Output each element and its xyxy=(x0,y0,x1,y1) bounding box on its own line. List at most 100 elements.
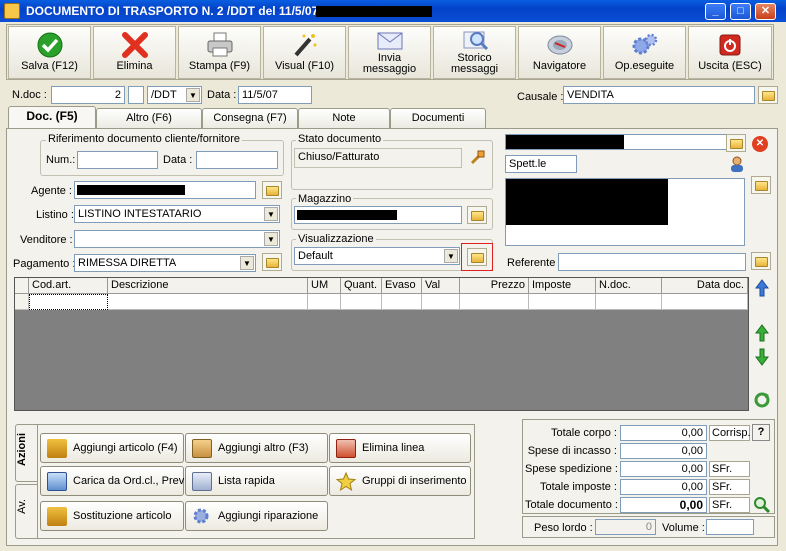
refresh-icon[interactable] xyxy=(753,390,771,410)
add-article-button[interactable]: Aggiungi articolo (F4) xyxy=(40,433,184,463)
table-cell[interactable] xyxy=(308,294,341,310)
ndoc-suffix-field[interactable] xyxy=(128,86,144,104)
series-combo[interactable]: /DDT ▼ xyxy=(147,86,202,104)
maximize-button[interactable]: □ xyxy=(730,3,751,20)
totale-documento-value: 0,00 xyxy=(620,497,707,513)
lines-grid[interactable]: Cod.art. Descrizione UM Quant. Evaso Val… xyxy=(14,277,749,411)
listino-combo[interactable]: LISTINO INTESTATARIO ▼ xyxy=(74,205,280,223)
pagamento-combo[interactable]: RIMESSA DIRETTA ▼ xyxy=(74,254,256,272)
col-quant[interactable]: Quant. xyxy=(341,278,382,294)
table-cell[interactable] xyxy=(108,294,308,310)
person-icon[interactable] xyxy=(728,155,746,173)
col-val[interactable]: Val xyxy=(422,278,460,294)
referente-field[interactable] xyxy=(558,253,746,271)
reference-group-title: Riferimento documento cliente/fornitore xyxy=(46,133,242,145)
col-um[interactable]: UM xyxy=(308,278,341,294)
ndoc-field[interactable]: 2 xyxy=(51,86,125,104)
table-cell[interactable] xyxy=(341,294,382,310)
navigator-button[interactable]: Navigatore xyxy=(518,26,601,79)
table-cell[interactable] xyxy=(422,294,460,310)
spese-incasso-value[interactable]: 0,00 xyxy=(620,443,707,459)
zoom-totals-icon[interactable] xyxy=(753,496,771,514)
save-button[interactable]: Salva (F12) xyxy=(8,26,91,79)
ref-data-label: Data : xyxy=(163,154,193,166)
customer-code-field[interactable] xyxy=(505,134,727,150)
add-article-icon xyxy=(47,439,67,458)
agente-folder-button[interactable] xyxy=(262,181,282,199)
operations-done-button[interactable]: Op.eseguite xyxy=(603,26,686,79)
tab-doc[interactable]: Doc. (F5) xyxy=(8,106,96,129)
folder-icon xyxy=(730,139,743,149)
delete-button[interactable]: Elimina xyxy=(93,26,176,79)
customer-address-field[interactable] xyxy=(505,178,745,246)
folder-icon xyxy=(471,211,484,221)
move-up-icon[interactable] xyxy=(753,323,771,343)
col-descrizione[interactable]: Descrizione xyxy=(108,278,308,294)
col-prezzo[interactable]: Prezzo xyxy=(460,278,529,294)
visual-button[interactable]: Visual (F10) xyxy=(263,26,346,79)
referente-folder-button[interactable] xyxy=(751,252,771,270)
ndoc-label: N.doc : xyxy=(12,89,47,101)
table-cell[interactable] xyxy=(596,294,662,310)
chevron-down-icon: ▼ xyxy=(186,88,200,102)
date-field[interactable]: 11/5/07 xyxy=(238,86,312,104)
totale-imposte-value: 0,00 xyxy=(620,479,707,495)
address-folder-button[interactable] xyxy=(751,176,771,194)
table-cell[interactable] xyxy=(460,294,529,310)
table-cell[interactable] xyxy=(662,294,748,310)
tab-altro[interactable]: Altro (F6) xyxy=(96,108,202,128)
venditore-combo[interactable]: ▼ xyxy=(74,230,280,248)
tab-consegna[interactable]: Consegna (F7) xyxy=(202,108,298,128)
move-top-icon[interactable] xyxy=(753,278,771,298)
add-repair-button[interactable]: Aggiungi riparazione xyxy=(185,501,328,531)
col-evaso[interactable]: Evaso xyxy=(382,278,422,294)
spett-field[interactable]: Spett.le xyxy=(505,155,577,173)
table-cell-selected[interactable] xyxy=(29,294,108,310)
tab-azioni[interactable]: Azioni xyxy=(15,424,37,482)
agente-field[interactable] xyxy=(74,181,256,199)
tab-documenti[interactable]: Documenti xyxy=(390,108,486,128)
insert-groups-button[interactable]: Gruppi di inserimento xyxy=(329,466,471,496)
col-cod-art[interactable]: Cod.art. xyxy=(29,278,108,294)
folder-icon xyxy=(266,258,279,268)
delete-line-button[interactable]: Elimina linea xyxy=(329,433,471,463)
help-button[interactable]: ? xyxy=(752,424,770,441)
pagamento-value: RIMESSA DIRETTA xyxy=(78,257,177,269)
table-cell[interactable] xyxy=(382,294,422,310)
exit-button[interactable]: Uscita (ESC) xyxy=(688,26,772,79)
minimize-button[interactable]: _ xyxy=(705,3,726,20)
print-button[interactable]: Stampa (F9) xyxy=(178,26,261,79)
load-order-button[interactable]: Carica da Ord.cl., Prev xyxy=(40,466,184,496)
quick-list-button[interactable]: Lista rapida xyxy=(185,466,328,496)
totale-imposte-label: Totale imposte : xyxy=(539,481,617,493)
visualization-combo[interactable]: Default ▼ xyxy=(294,247,460,265)
causale-field[interactable]: VENDITA xyxy=(563,86,755,104)
move-down-icon[interactable] xyxy=(753,347,771,367)
clear-customer-icon[interactable]: ✕ xyxy=(752,136,768,152)
warehouse-folder-button[interactable] xyxy=(467,206,487,224)
pagamento-folder-button[interactable] xyxy=(262,253,282,271)
tab-av[interactable]: Av. xyxy=(15,484,37,539)
visualization-folder-button[interactable] xyxy=(461,243,493,271)
spese-spedizione-value[interactable]: 0,00 xyxy=(620,461,707,477)
col-data-doc[interactable]: Data doc. xyxy=(662,278,748,294)
table-cell[interactable] xyxy=(529,294,596,310)
num-label: Num.: xyxy=(46,154,76,166)
repair-icon xyxy=(192,507,212,526)
col-imposte[interactable]: Imposte xyxy=(529,278,596,294)
causale-folder-button[interactable] xyxy=(758,86,778,104)
add-other-button[interactable]: Aggiungi altro (F3) xyxy=(185,433,328,463)
warehouse-field[interactable] xyxy=(294,206,462,224)
close-button[interactable]: ✕ xyxy=(755,3,776,20)
replace-article-button[interactable]: Sostituzione articolo xyxy=(40,501,184,531)
brush-icon[interactable] xyxy=(469,148,487,166)
quick-list-icon xyxy=(192,472,212,491)
message-history-button[interactable]: Storico messaggi xyxy=(433,26,516,79)
tab-note[interactable]: Note xyxy=(298,108,390,128)
send-message-button[interactable]: Invia messaggio xyxy=(348,26,431,79)
ref-date-field[interactable] xyxy=(196,151,278,169)
col-ndoc[interactable]: N.doc. xyxy=(596,278,662,294)
customer-folder-button[interactable] xyxy=(726,134,746,152)
venditore-label: Venditore : xyxy=(20,234,73,246)
ref-num-field[interactable] xyxy=(77,151,158,169)
